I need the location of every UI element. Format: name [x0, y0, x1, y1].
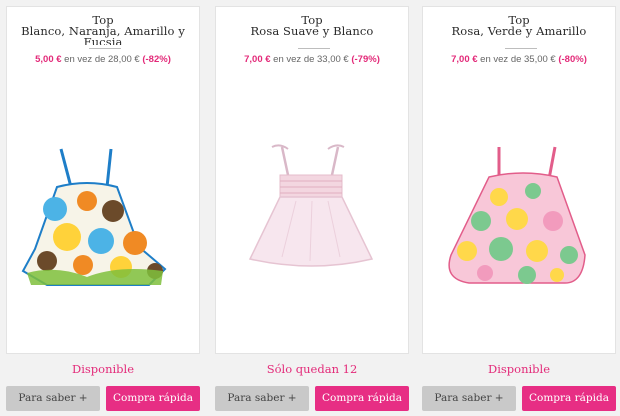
discount-badge: (-79%) — [351, 54, 380, 65]
price-line: 5,00 € en vez de 28,00 € (-82%) — [7, 54, 199, 65]
availability-status: Sólo quedan 12 — [266, 362, 358, 376]
divider — [505, 48, 537, 49]
quick-buy-button[interactable]: Compra rápida — [106, 386, 200, 411]
product-panel[interactable]: Top Rosa, Verde y Amarillo 7,00 € en vez… — [422, 6, 616, 354]
product-card-2: Top Rosa Suave y Blanco 7,00 € en vez de… — [209, 6, 409, 416]
sale-price: 7,00 € — [244, 54, 271, 65]
availability-status: Disponible — [487, 362, 550, 376]
original-price: en vez de 35,00 € — [477, 54, 559, 65]
price-line: 7,00 € en vez de 33,00 € (-79%) — [216, 54, 408, 65]
title-line: Fucsia — [83, 35, 123, 45]
discount-badge: (-80%) — [558, 54, 587, 65]
divider — [89, 48, 121, 49]
price-line: 7,00 € en vez de 35,00 € (-80%) — [423, 54, 615, 65]
quick-buy-button[interactable]: Compra rápida — [315, 386, 409, 411]
product-image[interactable] — [17, 139, 193, 289]
product-image[interactable] — [433, 139, 609, 289]
quick-buy-button[interactable]: Compra rápida — [522, 386, 616, 411]
product-title[interactable]: Top Rosa Suave y Blanco — [216, 15, 408, 45]
divider — [298, 48, 330, 49]
title-line: Rosa Suave y Blanco — [250, 24, 374, 38]
product-card-3: Top Rosa, Verde y Amarillo 7,00 € en vez… — [416, 6, 616, 416]
product-card-1: Top Blanco, Naranja, Amarillo y Fucsia 5… — [0, 6, 200, 416]
product-panel[interactable]: Top Blanco, Naranja, Amarillo y Fucsia 5… — [6, 6, 200, 354]
product-panel[interactable]: Top Rosa Suave y Blanco 7,00 € en vez de… — [215, 6, 409, 354]
more-info-button[interactable]: Para saber + — [6, 386, 100, 411]
product-title[interactable]: Top Rosa, Verde y Amarillo — [423, 15, 615, 45]
original-price: en vez de 28,00 € — [61, 54, 143, 65]
original-price: en vez de 33,00 € — [270, 54, 352, 65]
availability-status: Disponible — [71, 362, 134, 376]
sale-price: 5,00 € — [35, 54, 62, 65]
discount-badge: (-82%) — [142, 54, 171, 65]
product-image[interactable] — [226, 139, 402, 289]
more-info-button[interactable]: Para saber + — [422, 386, 516, 411]
title-line: Rosa, Verde y Amarillo — [451, 24, 587, 38]
product-title[interactable]: Top Blanco, Naranja, Amarillo y Fucsia — [7, 15, 199, 45]
sale-price: 7,00 € — [451, 54, 478, 65]
more-info-button[interactable]: Para saber + — [215, 386, 309, 411]
